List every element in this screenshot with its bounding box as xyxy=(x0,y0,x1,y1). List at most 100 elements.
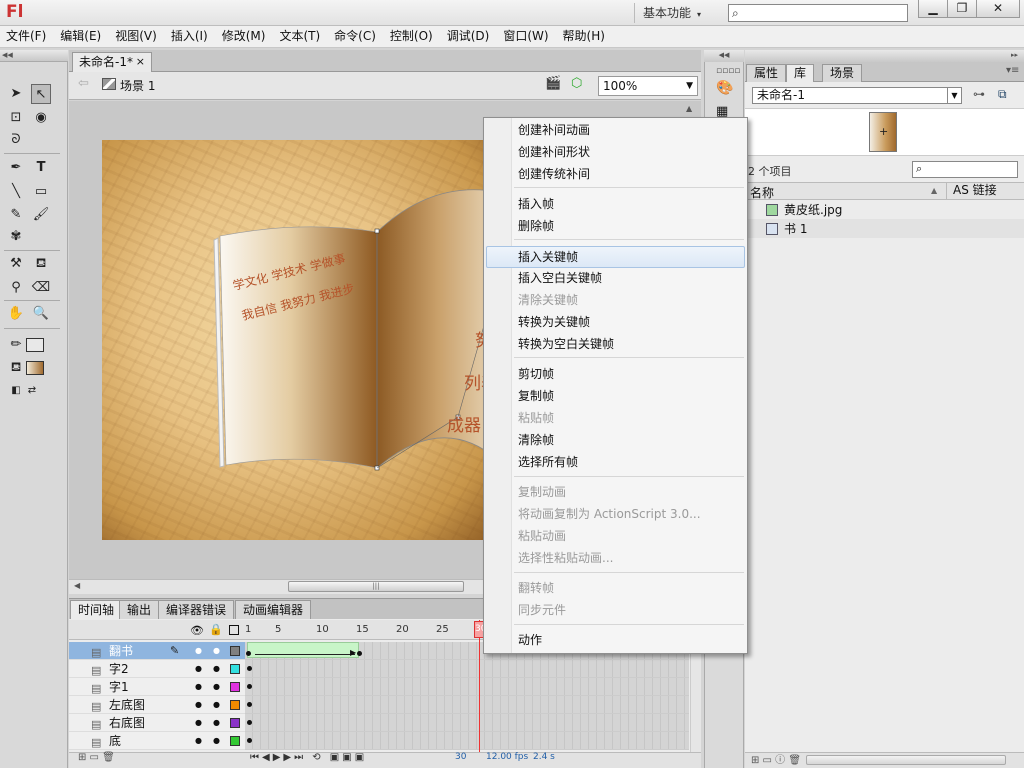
timeline-vertical-scrollbar[interactable] xyxy=(690,640,701,752)
library-document-select[interactable]: 未命名-1 ▼ xyxy=(752,87,962,104)
menu-remove-frames[interactable]: 删除帧 xyxy=(514,215,744,237)
tab-motion-editor[interactable]: 动画编辑器 xyxy=(235,600,312,619)
menu-view[interactable]: 视图(V) xyxy=(108,26,164,47)
menu-convert-to-keyframes[interactable]: 转换为关键帧 xyxy=(514,311,744,333)
menu-clear-keyframe[interactable]: 清除关键帧 xyxy=(514,289,744,311)
back-arrow-icon[interactable]: ⇦ xyxy=(78,76,89,91)
layer-row[interactable]: ▤ 底 ● ● xyxy=(69,732,245,750)
keyframe[interactable] xyxy=(247,702,252,707)
keyframe[interactable] xyxy=(247,738,252,743)
eyedropper-tool-icon[interactable]: ⚲ xyxy=(6,278,26,298)
help-search-input[interactable]: ⌕ xyxy=(728,4,908,22)
frame-track[interactable] xyxy=(245,696,689,714)
lock-dot[interactable]: ● xyxy=(213,642,220,660)
pin-icon[interactable]: ⊶ xyxy=(973,87,985,101)
paint-bucket-tool-icon[interactable]: ⛾ xyxy=(31,254,51,274)
keyframe[interactable] xyxy=(357,651,362,656)
menu-convert-to-blank-keyframes[interactable]: 转换为空白关键帧 xyxy=(514,333,744,355)
menu-text[interactable]: 文本(T) xyxy=(272,26,327,47)
menu-paste-motion[interactable]: 粘贴动画 xyxy=(514,525,744,547)
free-transform-tool-icon[interactable]: ⊡ xyxy=(6,108,26,128)
pencil-tool-icon[interactable]: ✎ xyxy=(6,205,26,225)
3d-rotation-tool-icon[interactable]: ◉ xyxy=(31,108,51,128)
frame-rate[interactable]: 12.00 fps xyxy=(486,752,528,762)
keyframe[interactable] xyxy=(247,720,252,725)
swap-colors-icon[interactable]: ⇄ xyxy=(22,381,42,401)
layer-outline-color[interactable] xyxy=(230,682,240,692)
visibility-dot[interactable]: ● xyxy=(195,642,202,660)
zoom-select[interactable]: 100% ▼ xyxy=(598,76,698,96)
scroll-up-icon[interactable]: ▲ xyxy=(686,104,692,113)
visibility-dot[interactable]: ● xyxy=(195,678,202,696)
layer-outline-color[interactable] xyxy=(230,718,240,728)
tab-library[interactable]: 库 xyxy=(786,64,815,82)
layer-outline-color[interactable] xyxy=(230,646,240,656)
edit-scene-icon[interactable]: 🎬 xyxy=(545,76,561,91)
column-as-linkage[interactable]: AS 链接 xyxy=(946,182,997,200)
menu-create-shape-tween[interactable]: 创建补间形状 xyxy=(514,141,744,163)
menu-insert-frame[interactable]: 插入帧 xyxy=(514,193,744,215)
lasso-tool-icon[interactable]: ᘐ xyxy=(6,130,26,150)
keyframe[interactable] xyxy=(246,651,251,656)
menu-reverse-frames[interactable]: 翻转帧 xyxy=(514,577,744,599)
workspace-switcher[interactable]: 基本功能 ▾ xyxy=(634,3,712,23)
new-library-icon[interactable]: ⧉ xyxy=(998,87,1007,102)
menu-edit[interactable]: 编辑(E) xyxy=(53,26,108,47)
visibility-dot[interactable]: ● xyxy=(195,696,202,714)
selection-tool-icon[interactable]: ➤ xyxy=(6,84,26,104)
stroke-color-swatch[interactable] xyxy=(26,338,44,352)
lock-icon[interactable]: 🔒 xyxy=(209,623,223,636)
pen-tool-icon[interactable]: ✒ xyxy=(6,158,26,178)
lock-dot[interactable]: ● xyxy=(213,696,220,714)
scrollbar-thumb[interactable]: ||| xyxy=(288,581,464,592)
sort-ascending-icon[interactable]: ▲ xyxy=(931,186,937,195)
menu-copy-frames[interactable]: 复制帧 xyxy=(514,385,744,407)
menu-select-all-frames[interactable]: 选择所有帧 xyxy=(514,451,744,473)
library-item[interactable]: 黄皮纸.jpg xyxy=(766,201,842,219)
maximize-button[interactable]: ❐ xyxy=(947,0,977,18)
menu-insert-keyframe[interactable]: 插入关键帧 xyxy=(486,246,745,268)
menu-create-motion-tween[interactable]: 创建补间动画 xyxy=(514,119,744,141)
line-tool-icon[interactable]: ╲ xyxy=(6,182,26,202)
icon-strip-header[interactable]: ◀◀ xyxy=(704,50,744,62)
library-item[interactable]: 书 1 xyxy=(766,220,807,238)
bone-tool-icon[interactable]: ⚒ xyxy=(6,254,26,274)
library-horizontal-scrollbar[interactable] xyxy=(806,755,1006,765)
layer-row[interactable]: ▤ 右底图 ● ● xyxy=(69,714,245,732)
keyframe[interactable] xyxy=(247,684,252,689)
layer-outline-color[interactable] xyxy=(230,700,240,710)
menu-insert[interactable]: 插入(I) xyxy=(164,26,215,47)
menu-insert-blank-keyframe[interactable]: 插入空白关键帧 xyxy=(514,267,744,289)
stroke-color-icon[interactable]: ✏ xyxy=(6,335,26,355)
menu-create-classic-tween[interactable]: 创建传统补间 xyxy=(514,163,744,185)
menu-window[interactable]: 窗口(W) xyxy=(496,26,555,47)
eraser-tool-icon[interactable]: ⌫ xyxy=(31,278,51,298)
rectangle-tool-icon[interactable]: ▭ xyxy=(31,182,51,202)
lock-dot[interactable]: ● xyxy=(213,732,220,750)
layer-outline-color[interactable] xyxy=(230,736,240,746)
subselection-tool-icon[interactable]: ↖ xyxy=(31,84,51,104)
layer-row[interactable]: ▤ 翻书 ✎ ● ● xyxy=(69,642,245,660)
lock-dot[interactable]: ● xyxy=(213,678,220,696)
tab-output[interactable]: 输出 xyxy=(119,600,160,619)
lock-dot[interactable]: ● xyxy=(213,714,220,732)
layer-buttons[interactable]: ⊞ ▭ 🗑 xyxy=(78,752,115,763)
menu-paste-motion-special[interactable]: 选择性粘贴动画... xyxy=(514,547,744,569)
edit-symbol-icon[interactable]: ⬡ xyxy=(571,76,582,91)
hand-tool-icon[interactable]: ✋ xyxy=(6,304,26,324)
book-graphic[interactable]: 学文化 学技术 学做事 我自信 我努力 我进步 努 列表 成器 xyxy=(102,140,498,540)
frame-track[interactable] xyxy=(245,660,689,678)
zoom-tool-icon[interactable]: 🔍 xyxy=(31,304,51,324)
close-icon[interactable]: × xyxy=(136,53,145,71)
deco-tool-icon[interactable]: ✾ xyxy=(6,227,26,247)
outline-icon[interactable] xyxy=(229,625,239,635)
visibility-dot[interactable]: ● xyxy=(195,732,202,750)
menu-copy-motion-as-as3[interactable]: 将动画复制为 ActionScript 3.0... xyxy=(514,503,744,525)
text-tool-icon[interactable]: T xyxy=(31,158,51,178)
lock-dot[interactable]: ● xyxy=(213,660,220,678)
layer-outline-color[interactable] xyxy=(230,664,240,674)
layer-row[interactable]: ▤ 左底图 ● ● xyxy=(69,696,245,714)
stage[interactable]: 学文化 学技术 学做事 我自信 我努力 我进步 努 列表 成器 xyxy=(102,140,498,540)
frame-track[interactable] xyxy=(245,732,689,750)
library-search-input[interactable]: ⌕ xyxy=(912,161,1018,178)
